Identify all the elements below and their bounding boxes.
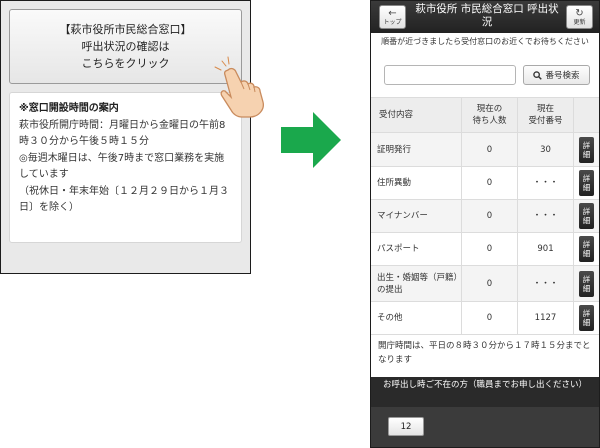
detail-button[interactable]: 詳細 bbox=[579, 136, 594, 163]
row-number: ・・・ bbox=[517, 200, 573, 232]
header-waiting: 現在の 待ち人数 bbox=[461, 98, 517, 132]
row-number: 30 bbox=[517, 133, 573, 166]
table-row: パスポート 0 901 詳細 bbox=[371, 233, 599, 266]
row-number: ・・・ bbox=[517, 266, 573, 301]
row-number: 1127 bbox=[517, 302, 573, 334]
detail-button[interactable]: 詳細 bbox=[579, 305, 594, 331]
detail-button[interactable]: 詳細 bbox=[579, 236, 594, 262]
detail-button[interactable]: 詳細 bbox=[579, 170, 594, 196]
table-row: 出生・婚姻等（戸籍）の提出 0 ・・・ 詳細 bbox=[371, 266, 599, 302]
row-waiting: 0 bbox=[461, 302, 517, 334]
table-header-row: 受付内容 現在の 待ち人数 現在 受付番号 bbox=[371, 97, 599, 133]
search-icon bbox=[533, 70, 543, 80]
opening-hours-text: 開庁時間は、平日の８時３０分から１７時１５分までとなります bbox=[378, 341, 591, 365]
row-waiting: 0 bbox=[461, 133, 517, 166]
number-search-button[interactable]: 番号検索 bbox=[523, 65, 590, 85]
row-detail-cell: 詳細 bbox=[573, 266, 599, 301]
header-service: 受付内容 bbox=[379, 110, 414, 120]
row-detail-cell: 詳細 bbox=[573, 133, 599, 166]
header-current-number: 現在 受付番号 bbox=[517, 98, 573, 132]
call-button-line-2: 呼出状況の確認は bbox=[81, 40, 170, 53]
row-number: 901 bbox=[517, 233, 573, 265]
header-detail bbox=[573, 98, 599, 132]
table-row: マイナンバー 0 ・・・ 詳細 bbox=[371, 200, 599, 233]
row-service: マイナンバー bbox=[377, 211, 428, 221]
row-service: パスポート bbox=[377, 244, 420, 254]
opening-hours-line-2: ◎毎週木曜日は、午後7時まで窓口業務を実施しています bbox=[19, 152, 225, 181]
number-search-label: 番号検索 bbox=[545, 71, 580, 81]
row-detail-cell: 詳細 bbox=[573, 167, 599, 199]
row-waiting: 0 bbox=[461, 200, 517, 232]
row-waiting: 0 bbox=[461, 266, 517, 301]
top-back-label: トップ bbox=[383, 18, 402, 26]
right-arrow-icon bbox=[281, 112, 341, 168]
row-detail-cell: 詳細 bbox=[573, 233, 599, 265]
top-back-button[interactable]: ← トップ bbox=[379, 5, 406, 29]
call-button-line-1: 【萩市役所市民総合窓口】 bbox=[59, 23, 192, 36]
opening-hours-line-3: （祝休日・年末年始〔１２月２９日から１月３日〕を除く） bbox=[19, 185, 229, 214]
waiting-notice: 順番が近づきましたら受付窓口のお近くでお待ちください bbox=[381, 37, 589, 46]
row-waiting: 0 bbox=[461, 167, 517, 199]
app-titlebar: ← トップ 萩市役所 市民総合窓口 呼出状況 ↻ 更新 bbox=[371, 1, 599, 33]
number-search-input[interactable] bbox=[384, 65, 516, 85]
row-service: 住所異動 bbox=[377, 178, 412, 188]
detail-button[interactable]: 詳細 bbox=[579, 270, 594, 297]
row-service: その他 bbox=[377, 313, 403, 323]
table-row: 証明発行 0 30 詳細 bbox=[371, 133, 599, 167]
call-button-line-3: こちらをクリック bbox=[81, 57, 170, 70]
left-phone-screen: 【萩市役所市民総合窓口】 呼出状況の確認は こちらをクリック ※窓口開設時間の案… bbox=[0, 0, 251, 274]
opening-hours-line-1: 萩市役所開庁時間：月曜日から金曜日の午前8時３０分から午後５時１５分 bbox=[19, 119, 226, 148]
absent-numbers-area: 12 bbox=[371, 407, 599, 447]
opening-hours-heading: ※窓口開設時間の案内 bbox=[19, 103, 119, 114]
number-search-row: 番号検索 bbox=[384, 65, 590, 85]
absent-callers-bar: お呼出し時ご不在の方（職員までお申し出ください） bbox=[371, 377, 599, 407]
table-row: その他 0 1127 詳細 bbox=[371, 302, 599, 335]
table-row: 住所異動 0 ・・・ 詳細 bbox=[371, 167, 599, 200]
finger-pointing-hand-icon bbox=[214, 56, 264, 118]
absent-number-chip: 12 bbox=[388, 417, 424, 436]
right-phone-screen: ← トップ 萩市役所 市民総合窓口 呼出状況 ↻ 更新 順番が近づきましたら受付… bbox=[370, 0, 600, 448]
refresh-icon: ↻ bbox=[575, 7, 584, 19]
row-number: ・・・ bbox=[517, 167, 573, 199]
refresh-button[interactable]: ↻ 更新 bbox=[566, 5, 593, 29]
page-title: 萩市役所 市民総合窓口 呼出状況 bbox=[415, 3, 559, 28]
row-detail-cell: 詳細 bbox=[573, 302, 599, 334]
row-service: 証明発行 bbox=[377, 144, 412, 155]
detail-button[interactable]: 詳細 bbox=[579, 203, 594, 229]
back-arrow-icon: ← bbox=[388, 7, 397, 19]
row-detail-cell: 詳細 bbox=[573, 200, 599, 232]
row-waiting: 0 bbox=[461, 233, 517, 265]
refresh-label: 更新 bbox=[573, 18, 586, 26]
row-service: 出生・婚姻等（戸籍）の提出 bbox=[377, 272, 458, 295]
